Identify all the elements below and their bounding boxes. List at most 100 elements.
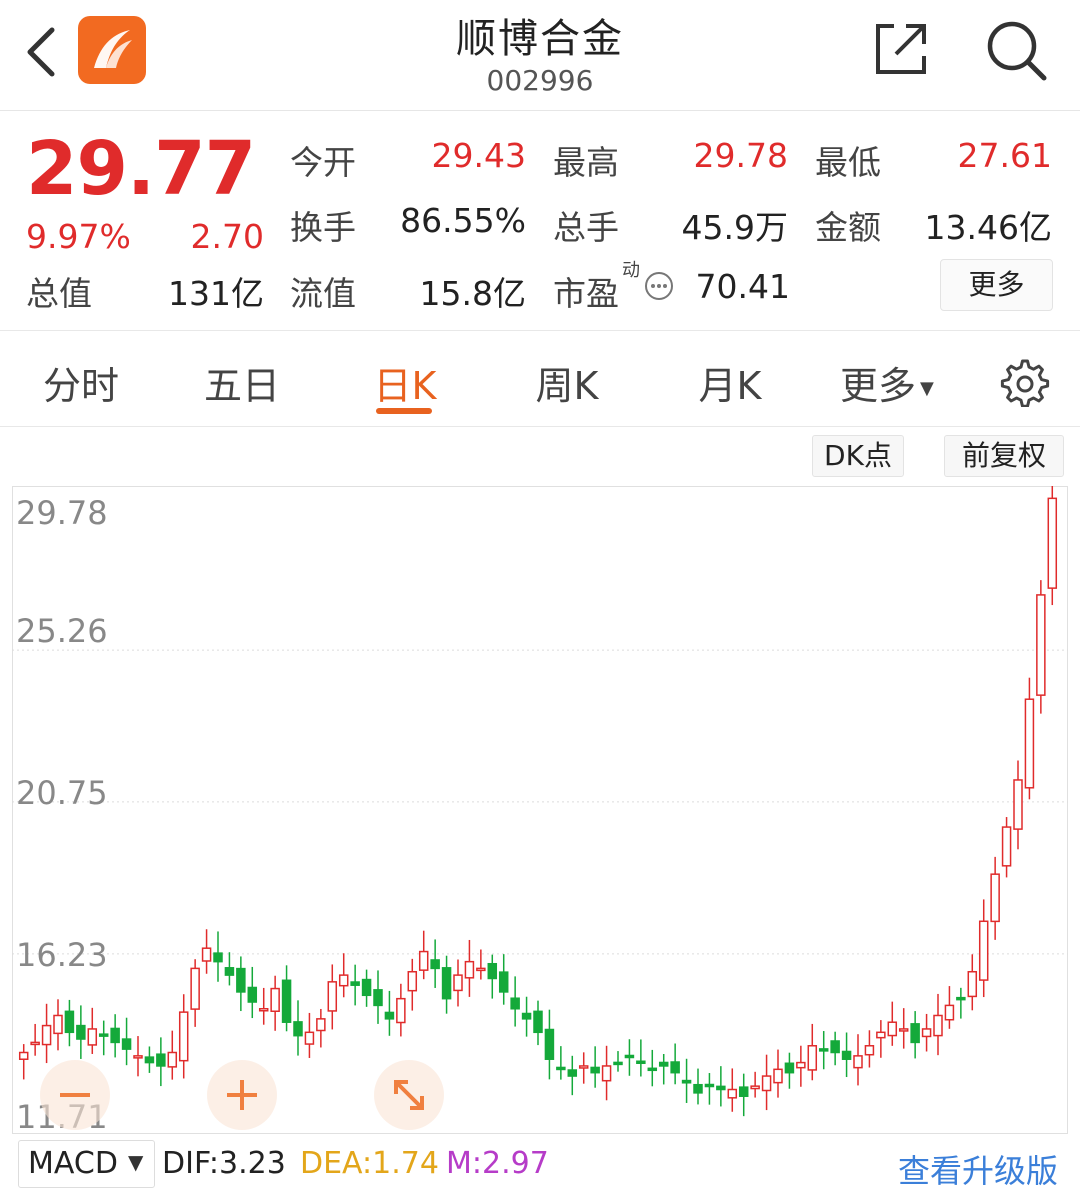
candle-body [87, 1028, 98, 1046]
market-cap-value: 131亿 [168, 274, 264, 313]
candle-body [681, 1079, 692, 1084]
candle-body [670, 1061, 680, 1074]
candle-body [704, 1083, 715, 1088]
candle-body [178, 1011, 189, 1062]
divider [0, 426, 1080, 427]
low-label: 最低 [815, 143, 881, 182]
candle-body [270, 987, 280, 1012]
volume-value: 45.9万 [681, 208, 788, 247]
candle-body [544, 1028, 555, 1060]
pe-label: 市盈 [553, 274, 619, 313]
candle-body [190, 967, 200, 1010]
price-adjust-button[interactable]: 前复权 [944, 435, 1064, 477]
candle-body [784, 1062, 795, 1074]
candle-body [41, 1024, 52, 1046]
candle-body [361, 978, 372, 997]
tab-more-label: 更多 [840, 364, 917, 408]
candle-body [487, 962, 498, 980]
share-icon[interactable] [872, 20, 930, 78]
amount-label: 金额 [815, 208, 881, 247]
candle-body [944, 1004, 955, 1021]
candle-body [121, 1038, 132, 1050]
fullscreen-button[interactable] [374, 1060, 444, 1130]
candle-body [887, 1021, 898, 1037]
macd-dea: DEA:1.74 [300, 1146, 439, 1181]
candle-body [761, 1075, 772, 1092]
candle-body [144, 1056, 155, 1064]
candle-body [990, 873, 1000, 923]
candle-body [464, 960, 475, 979]
info-icon[interactable] [644, 271, 674, 301]
candle-body [133, 1055, 143, 1059]
zoom-out-button[interactable] [40, 1060, 110, 1130]
search-icon[interactable] [984, 18, 1048, 82]
caret-down-icon: ▼ [128, 1150, 144, 1174]
volume-label: 总手 [553, 208, 619, 247]
candle-body [727, 1088, 738, 1099]
candle-body [818, 1048, 829, 1052]
candle-body [1001, 826, 1012, 867]
tab-intraday[interactable]: 分时 [16, 355, 146, 410]
tab-monthly-k[interactable]: 月K [665, 355, 795, 410]
candle-body [967, 970, 978, 998]
pe-dynamic-mark: 动 [622, 260, 640, 281]
candle-body [30, 1041, 40, 1046]
candle-body [578, 1065, 589, 1069]
candle-body [441, 967, 452, 1000]
amount-value: 13.46亿 [924, 208, 1052, 247]
candle-body [1013, 779, 1023, 830]
change-amount: 2.70 [190, 217, 264, 256]
candle-body [658, 1061, 669, 1067]
candle-body [498, 971, 509, 993]
plus-icon [227, 1080, 257, 1110]
candle-body [407, 970, 418, 992]
tab-more[interactable]: 更多 ▼ [840, 355, 950, 410]
open-value: 29.43 [431, 136, 526, 175]
change-percent: 9.97% [26, 217, 131, 256]
candle-body [750, 1085, 760, 1090]
tab-daily-k[interactable]: 日K [340, 355, 470, 410]
expand-icon [394, 1080, 424, 1110]
zoom-in-button[interactable] [207, 1060, 277, 1130]
candlestick-chart[interactable] [12, 485, 1068, 1134]
market-cap-label: 总值 [26, 274, 92, 313]
float-cap-label: 流值 [290, 274, 356, 313]
candle-body [738, 1086, 749, 1097]
candle-body [304, 1031, 315, 1045]
y-tick-label: 25.26 [16, 612, 108, 650]
candle-body [853, 1055, 863, 1069]
candle-body [956, 996, 966, 1001]
candle-body [213, 952, 223, 963]
candle-body [476, 967, 486, 972]
candle-body [76, 1024, 86, 1040]
last-price: 29.77 [26, 126, 256, 212]
candle-body [350, 981, 360, 986]
candle-body [807, 1045, 818, 1071]
candle-body [693, 1083, 703, 1094]
candle-body [418, 950, 429, 971]
candle-body [876, 1031, 886, 1039]
gear-icon[interactable] [1000, 357, 1050, 408]
candle-body [567, 1069, 578, 1077]
pe-value: 70.41 [695, 267, 790, 306]
candle-body [898, 1028, 909, 1032]
more-stats-button[interactable]: 更多 [940, 259, 1053, 311]
turnover-value: 86.55% [400, 201, 526, 240]
dk-point-button[interactable]: DK点 [812, 435, 904, 477]
candle-body [327, 981, 338, 1012]
candle-body [556, 1066, 566, 1071]
y-tick-label: 29.78 [16, 494, 108, 532]
tab-five-day[interactable]: 五日 [177, 355, 307, 410]
candle-body [933, 1014, 943, 1037]
candle-body [430, 959, 440, 970]
candle-body [64, 1010, 75, 1034]
candle-body [236, 967, 246, 993]
tab-weekly-k[interactable]: 周K [502, 355, 632, 410]
candle-body [590, 1066, 600, 1074]
upgrade-link[interactable]: 查看升级版 [898, 1146, 1058, 1192]
minus-icon [60, 1093, 90, 1097]
candle-body [636, 1060, 646, 1064]
candle-body [624, 1054, 635, 1059]
turnover-label: 换手 [290, 208, 356, 247]
candle-body [338, 974, 349, 987]
